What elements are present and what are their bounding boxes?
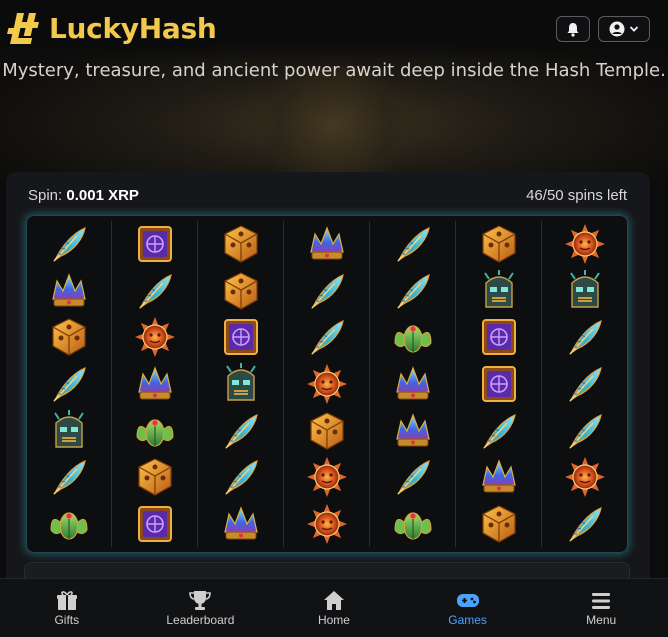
feather-symbol-icon [52,366,86,402]
tiki-mask-symbol-icon [570,269,600,308]
feather-symbol-icon [310,320,344,356]
top-bar: LuckyHash [0,0,668,60]
spins-remaining: 46/50 spins left [526,187,627,204]
feather-symbol-icon [569,413,602,449]
cube-symbol-icon [309,411,344,450]
cube-symbol-icon [223,225,258,263]
chevron-down-icon [629,26,639,32]
feather-symbol-icon [138,273,172,309]
crystal-crown-symbol-icon [223,505,258,540]
feather-symbol-icon [482,413,516,449]
nav-games[interactable]: Games [418,589,518,627]
feather-symbol-icon [569,320,602,356]
slot-reel-grid[interactable] [26,215,628,553]
feather-symbol-icon [569,506,602,542]
gift-icon [56,591,77,610]
cube-symbol-icon [137,458,172,496]
bell-icon [567,22,579,37]
spin-cost-value: 0.001 XRP [66,187,139,204]
nav-label: Leaderboard [166,613,235,627]
sun-symbol-icon [565,224,605,265]
home-icon [323,591,344,610]
feather-symbol-icon [396,227,430,263]
reel-column [26,221,112,547]
cube-symbol-icon [481,225,516,263]
crystal-crown-symbol-icon [395,366,430,400]
feather-symbol-icon [52,227,86,263]
feather-symbol-icon [396,460,430,495]
reel-column [198,221,284,547]
feather-symbol-icon [224,413,258,449]
sun-symbol-icon [306,457,347,498]
hamburger-icon [592,593,611,609]
nav-label: Menu [586,613,617,627]
brand-logo[interactable]: LuckyHash [4,10,217,46]
sun-symbol-icon [134,317,175,358]
tiki-mask-symbol-icon [483,269,514,308]
reel-column [542,221,628,547]
notifications-button[interactable] [556,16,590,42]
crystal-crown-symbol-icon [309,226,344,260]
reel-column [456,221,542,547]
feather-symbol-icon [569,366,602,402]
crystal-crown-symbol-icon [137,366,172,400]
tiki-mask-symbol-icon [53,409,84,448]
rune-tablet-symbol-icon [223,319,258,356]
sun-symbol-icon [306,503,347,544]
feather-symbol-icon [310,273,344,309]
reel-column [370,221,456,547]
cube-symbol-icon [223,272,258,310]
rune-tablet-symbol-icon [481,319,516,356]
feather-symbol-icon [52,460,86,495]
cube-symbol-icon [51,318,86,357]
nav-menu[interactable]: Menu [551,589,651,627]
nav-home[interactable]: Home [284,589,384,627]
gamepad-icon [456,594,479,607]
page-tagline: Mystery, treasure, and ancient power awa… [2,60,666,81]
cube-symbol-icon [481,504,516,543]
brand-name: LuckyHash [49,11,217,45]
crystal-crown-symbol-icon [51,273,86,307]
scarab-symbol-icon [49,512,88,540]
rune-tablet-symbol-icon [137,226,172,263]
rune-tablet-symbol-icon [481,365,516,402]
nav-label: Gifts [54,613,80,627]
trophy-icon [189,591,212,610]
rune-tablet-symbol-icon [137,505,172,542]
nav-leaderboard[interactable]: Leaderboard [150,589,250,627]
crystal-crown-symbol-icon [395,412,430,447]
tiki-mask-symbol-icon [225,362,256,401]
nav-gifts[interactable]: Gifts [17,589,117,627]
user-circle-icon [609,21,625,37]
feather-symbol-icon [224,460,258,495]
account-menu-button[interactable] [598,16,650,42]
scarab-symbol-icon [393,325,432,354]
sun-symbol-icon [306,363,347,404]
spin-cost: Spin: 0.001 XRP [28,187,139,204]
nav-label: Home [317,613,350,627]
nav-label: Games [448,613,487,627]
spin-cost-label: Spin: [28,187,63,204]
hash-logo-icon [7,13,39,44]
scarab-symbol-icon [135,418,174,447]
crystal-crown-symbol-icon [481,459,516,493]
bottom-nav: Gifts Leaderboard Home Games Menu [0,578,668,637]
scarab-symbol-icon [393,512,432,540]
reel-column [112,221,198,547]
sun-symbol-icon [565,457,605,498]
reel-column [284,221,370,547]
feather-symbol-icon [396,273,430,309]
